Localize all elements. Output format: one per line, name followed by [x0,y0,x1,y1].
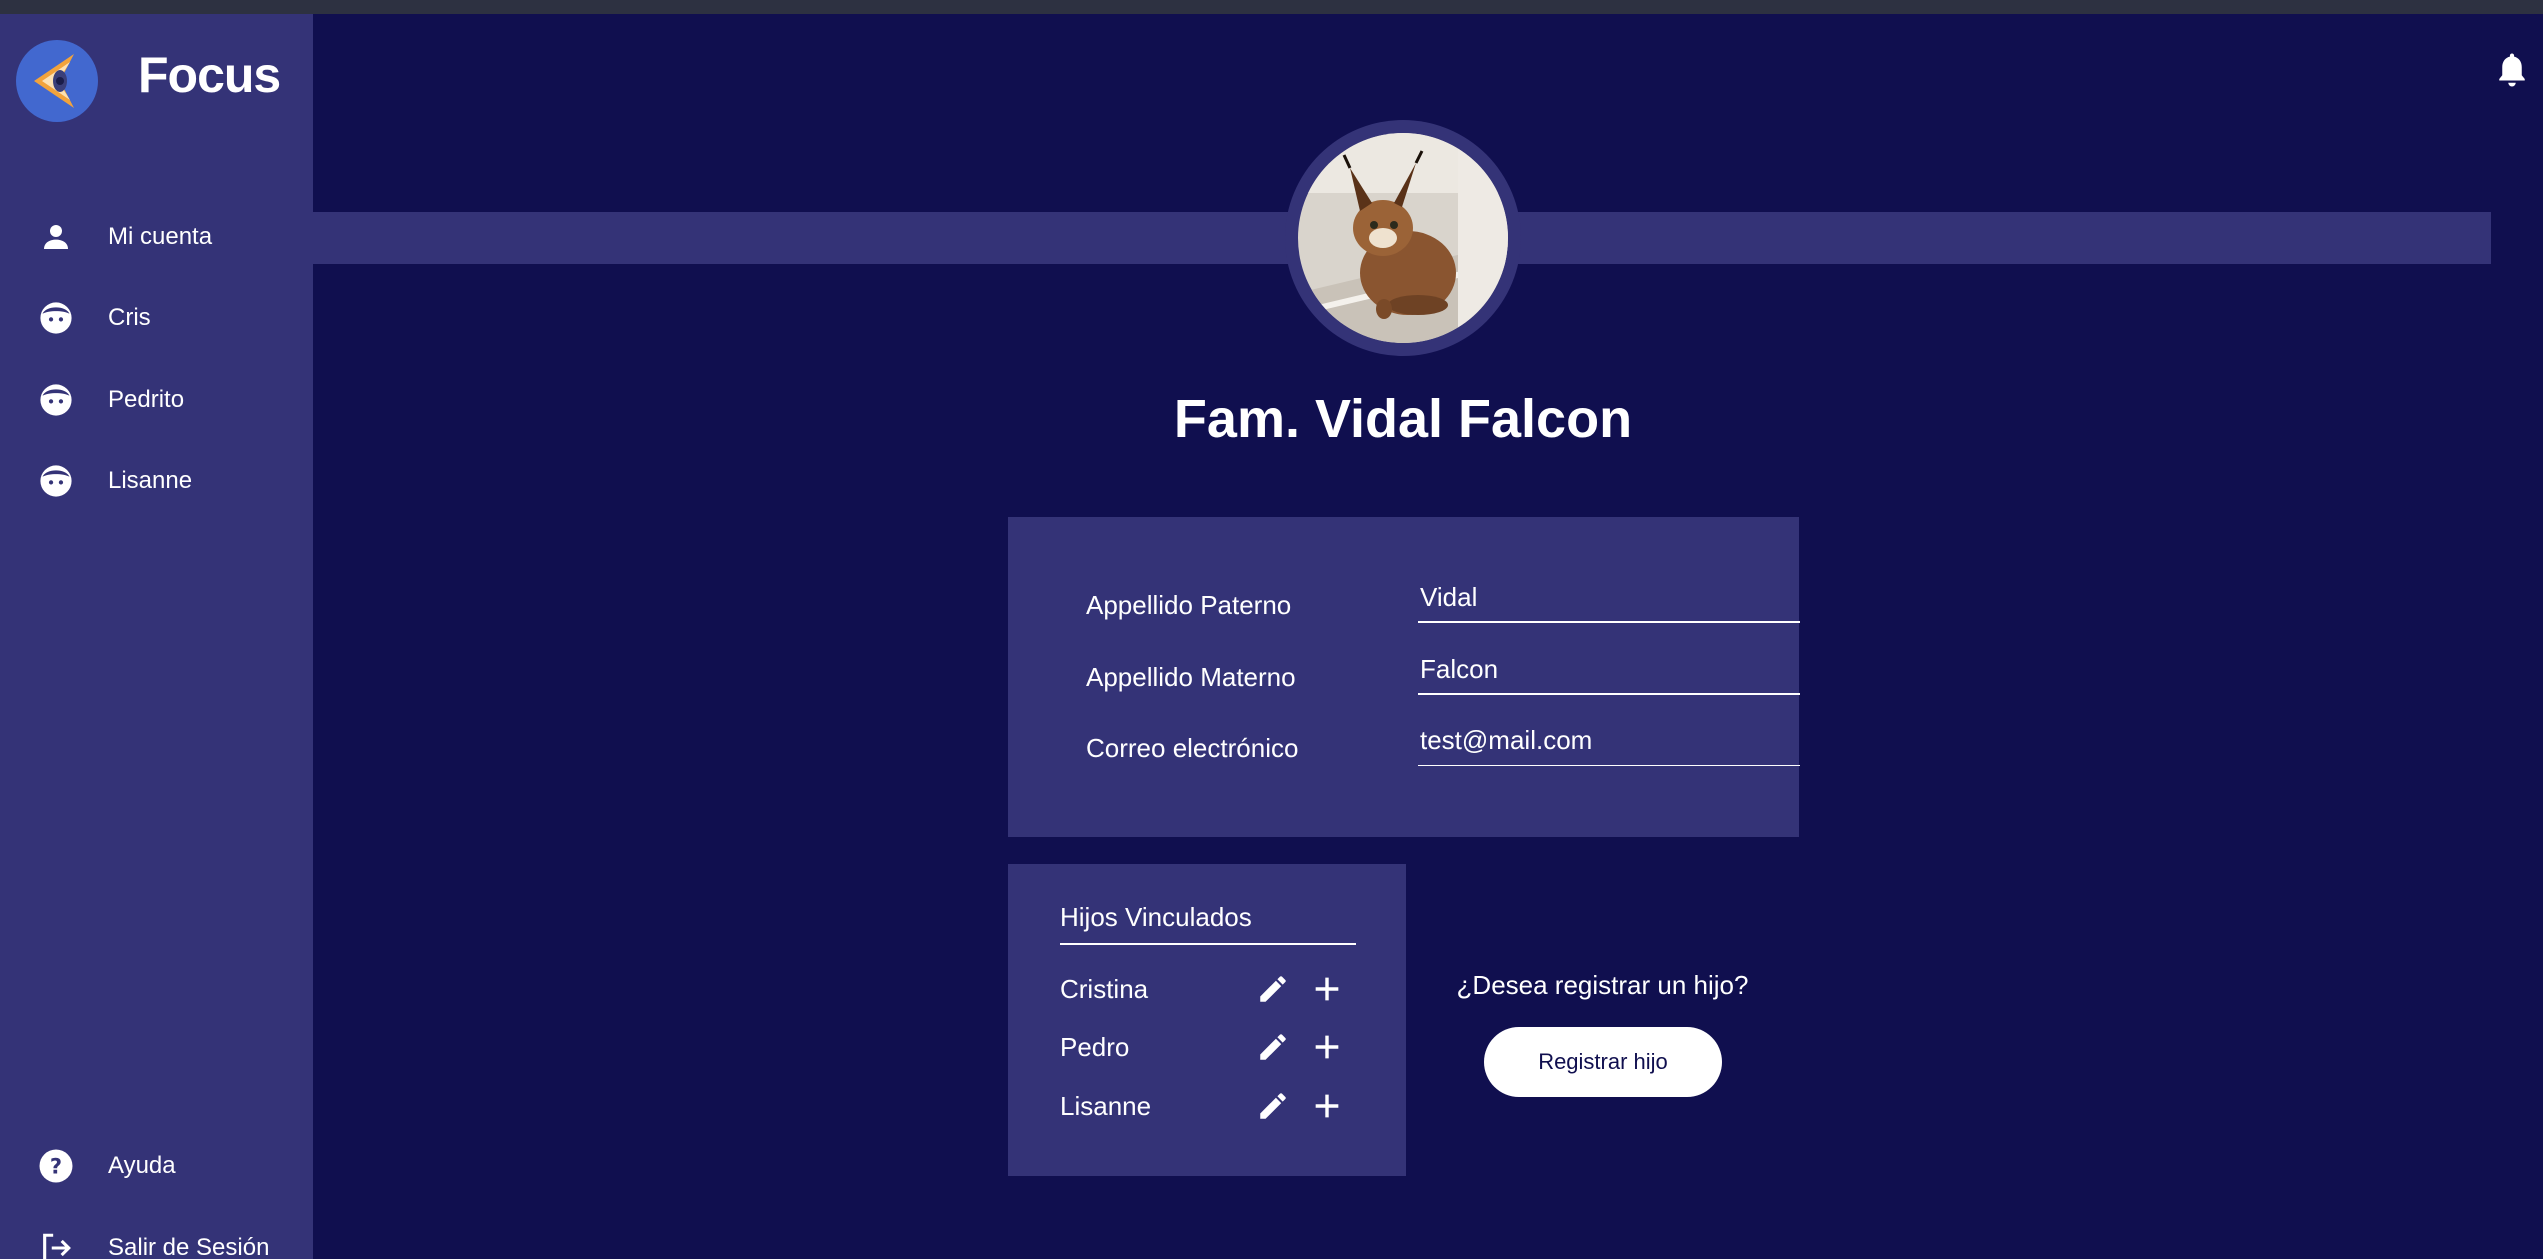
child-face-icon [36,461,76,501]
avatar[interactable] [1298,133,1508,343]
sidebar-item-label: Ayuda [108,1152,176,1179]
sidebar-item-pedrito[interactable]: Pedrito [0,370,313,430]
sidebar-item-label: Cris [108,304,151,331]
field-apellido-paterno: Appellido Paterno [1086,573,1800,623]
edit-pencil-icon[interactable] [1256,1089,1290,1123]
app-name: Focus [138,47,281,103]
sidebar-item-salir[interactable]: Salir de Sesión [0,1218,313,1259]
field-correo: Correo electrónico [1086,716,1800,766]
edit-pencil-icon[interactable] [1256,972,1290,1006]
list-item: Pedro [1060,1026,1360,1070]
focus-logo-icon[interactable] [16,40,98,122]
list-item: Cristina [1060,968,1360,1012]
apellido-materno-input[interactable] [1418,651,1800,695]
linked-children-title: Hijos Vinculados [1060,902,1356,945]
register-child-prompt: ¿Desea registrar un hijo? [1456,970,1749,1000]
sidebar: Focus Mi cuenta Cris Pedrito Lisanne ? A… [0,14,313,1259]
sidebar-item-label: Lisanne [108,467,193,494]
child-name: Lisanne [1060,1091,1152,1121]
linked-children-card: Hijos Vinculados Cristina Pedro Lisanne [1008,864,1406,1176]
plus-icon[interactable] [1310,972,1344,1006]
child-name: Pedro [1060,1032,1130,1062]
help-icon: ? [36,1146,76,1186]
field-label: Appellido Paterno [1086,590,1292,620]
field-label: Appellido Materno [1086,662,1296,692]
register-child-button[interactable]: Registrar hijo [1484,1027,1722,1097]
child-face-icon [36,298,76,338]
avatar-frame [1285,120,1521,356]
sidebar-item-label: Salir de Sesión [108,1234,270,1259]
sidebar-item-mi-cuenta[interactable]: Mi cuenta [0,207,313,267]
sidebar-item-cris[interactable]: Cris [0,288,313,348]
logout-icon [36,1228,76,1259]
svg-text:?: ? [50,1155,62,1179]
plus-icon[interactable] [1310,1030,1344,1064]
sidebar-item-lisanne[interactable]: Lisanne [0,451,313,511]
child-face-icon [36,380,76,420]
child-name: Cristina [1060,974,1149,1004]
window-top-strip [0,0,2543,14]
field-label: Correo electrónico [1086,733,1299,763]
person-icon [36,217,76,257]
email-field[interactable] [1418,722,1800,766]
apellido-paterno-input[interactable] [1418,579,1800,623]
plus-icon[interactable] [1310,1089,1344,1123]
sidebar-item-ayuda[interactable]: ? Ayuda [0,1136,313,1196]
sidebar-item-label: Pedrito [108,386,185,413]
sidebar-item-label: Mi cuenta [108,223,213,250]
bell-icon[interactable] [2494,50,2530,90]
page-title: Fam. Vidal Falcon [1173,389,1633,449]
account-info-card: Appellido Paterno Appellido Materno Corr… [1008,517,1800,837]
list-item: Lisanne [1060,1085,1360,1129]
edit-pencil-icon[interactable] [1256,1030,1290,1064]
field-apellido-materno: Appellido Materno [1086,645,1800,695]
